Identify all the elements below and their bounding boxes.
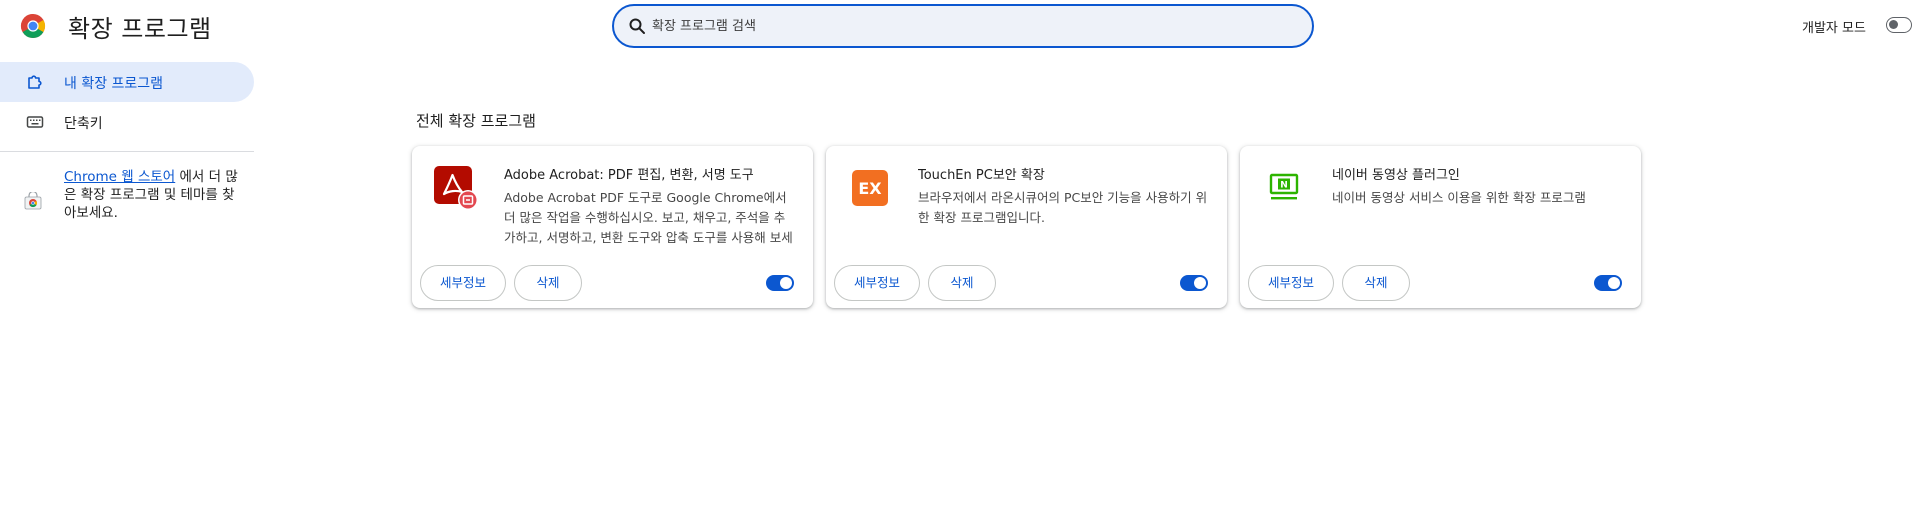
chrome-web-store-icon — [24, 192, 42, 210]
header: 확장 프로그램 개발자 모드 — [0, 0, 1917, 52]
extension-description: 브라우저에서 라온시큐어의 PC보안 기능을 사용하기 위한 확장 프로그램입니… — [918, 190, 1208, 225]
toggle-knob — [1194, 277, 1206, 289]
extension-description: Adobe Acrobat PDF 도구로 Google Chrome에서 더 … — [504, 190, 793, 245]
sidebar-item-shortcuts[interactable]: 단축키 — [0, 102, 254, 142]
search-input[interactable] — [652, 14, 1292, 38]
extension-card-naver-video: N 네이버 동영상 플러그인 네이버 동영상 서비스 이용을 위한 확장 프로그… — [1240, 146, 1641, 308]
dev-mode-label: 개발자 모드 — [1802, 21, 1866, 36]
extension-card-touchen: EX TouchEn PC보안 확장 브라우저에서 라온시큐어의 PC보안 기능… — [826, 146, 1227, 308]
naver-video-icon: N — [1269, 173, 1299, 200]
touchen-icon-text: EX — [858, 179, 882, 198]
web-store-link[interactable]: Chrome 웹 스토어 — [64, 169, 175, 185]
keyboard-icon — [26, 116, 44, 128]
dev-mode-toggle[interactable] — [1886, 17, 1912, 33]
toggle-knob — [1889, 20, 1898, 29]
extension-name: TouchEn PC보안 확장 — [918, 168, 1045, 183]
remove-button[interactable]: 삭제 — [1342, 265, 1410, 301]
touchen-ex-icon: EX — [852, 170, 888, 206]
extension-name: Adobe Acrobat: PDF 편집, 변환, 서명 도구 — [504, 168, 754, 183]
extension-enable-toggle[interactable] — [766, 275, 794, 291]
web-store-promo-text: Chrome 웹 스토어 에서 더 많은 확장 프로그램 및 테마를 찾아보세요… — [64, 168, 244, 222]
extension-name: 네이버 동영상 플러그인 — [1332, 168, 1460, 183]
naver-icon-text: N — [1280, 181, 1288, 191]
page-title: 확장 프로그램 — [68, 15, 212, 43]
toggle-knob — [780, 277, 792, 289]
search-icon — [629, 18, 645, 34]
extension-card-adobe-acrobat: Adobe Acrobat: PDF 편집, 변환, 서명 도구 Adobe A… — [412, 146, 813, 308]
adobe-acrobat-icon — [434, 166, 478, 210]
sidebar-item-my-extensions[interactable]: 내 확장 프로그램 — [0, 62, 254, 102]
extension-enable-toggle[interactable] — [1180, 275, 1208, 291]
search-box[interactable] — [612, 4, 1314, 48]
extensions-page: 확장 프로그램 개발자 모드 내 확장 프로그램 단축키 — [0, 0, 1917, 519]
puzzle-icon — [28, 75, 42, 89]
extension-description: 네이버 동영상 서비스 이용을 위한 확장 프로그램 — [1332, 190, 1586, 205]
details-button[interactable]: 세부정보 — [420, 265, 506, 301]
extension-enable-toggle[interactable] — [1594, 275, 1622, 291]
toggle-knob — [1608, 277, 1620, 289]
remove-button[interactable]: 삭제 — [514, 265, 582, 301]
remove-button[interactable]: 삭제 — [928, 265, 996, 301]
details-button[interactable]: 세부정보 — [1248, 265, 1334, 301]
sidebar-item-label: 내 확장 프로그램 — [64, 76, 164, 92]
sidebar-divider — [0, 151, 254, 152]
details-button[interactable]: 세부정보 — [834, 265, 920, 301]
chrome-logo-icon — [20, 13, 46, 39]
section-title: 전체 확장 프로그램 — [416, 112, 536, 130]
sidebar-item-label: 단축키 — [64, 116, 103, 132]
